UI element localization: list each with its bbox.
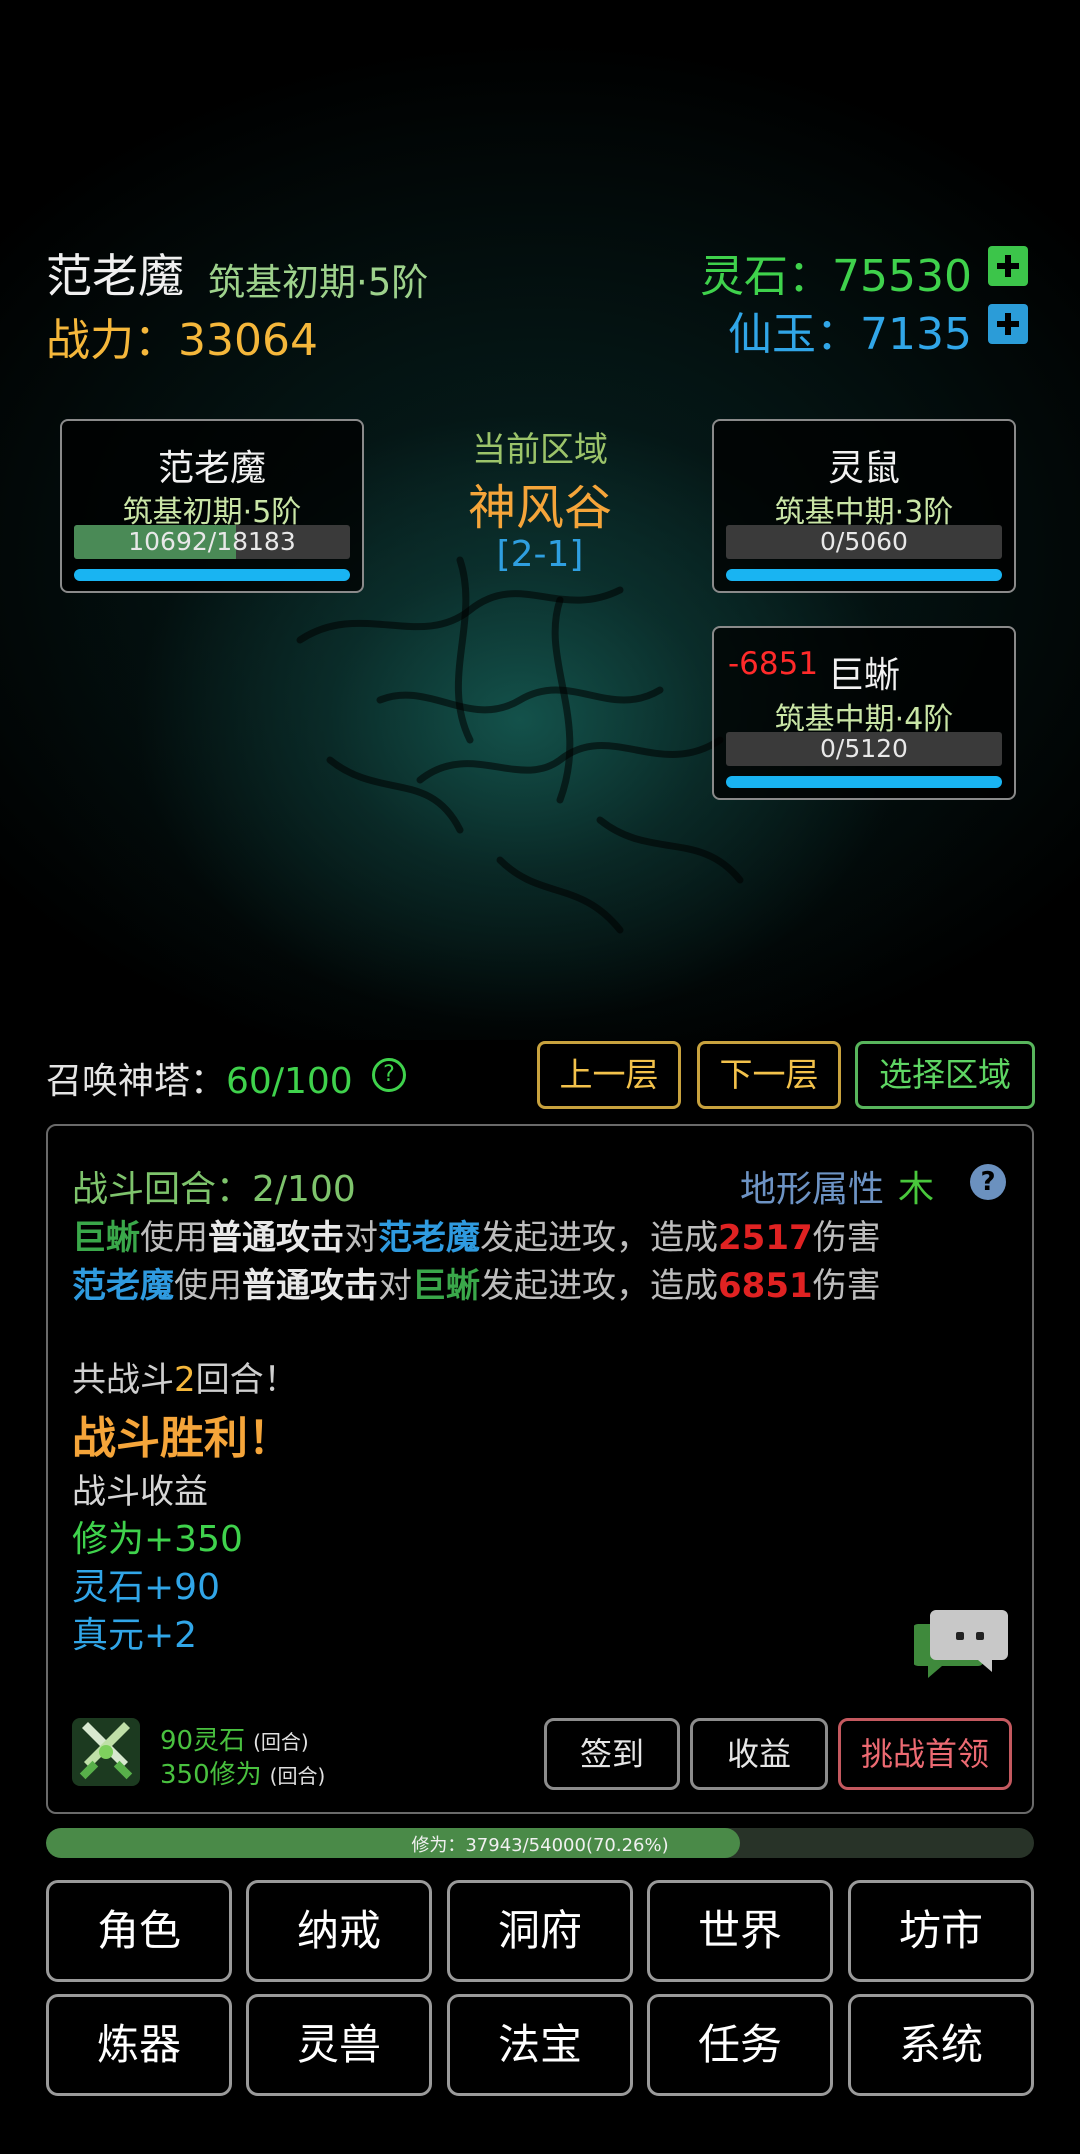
battle-round: 战斗回合：2/100 <box>72 1169 356 1210</box>
log-text: 对 <box>344 1218 378 1258</box>
menu-market-button[interactable]: 坊市 <box>848 1880 1034 1982</box>
rate-unit: (回合) <box>269 1764 326 1788</box>
reward-spirit-stone: 灵石+90 <box>72 1567 220 1608</box>
cultivation-progress-bar: 修为：37943/54000(70.26%) <box>46 1828 1034 1858</box>
menu-storage-ring-button[interactable]: 纳戒 <box>246 1880 432 1982</box>
player-name: 范老魔 <box>46 249 184 303</box>
power-label: 战力： <box>46 315 178 366</box>
rate-unit: (回合) <box>253 1730 309 1754</box>
hp-text: 10692/18183 <box>128 527 296 556</box>
terrain-help-icon[interactable]: ? <box>970 1164 1006 1200</box>
jade-balance: 仙玉：7135 <box>728 298 972 362</box>
reward-cultivation: 修为+350 <box>72 1519 243 1560</box>
hp-text: 0/5060 <box>820 527 908 556</box>
add-spirit-stone-button[interactable] <box>988 246 1028 286</box>
terrain-attribute: 地形属性木 <box>740 1160 934 1212</box>
combat-power: 战力：33064 <box>46 304 318 368</box>
jade-value: 7135 <box>860 309 972 360</box>
chat-icon[interactable] <box>914 1606 1010 1682</box>
summary-rounds: 2 <box>174 1360 196 1400</box>
hp-bar: 10692/18183 <box>74 525 350 559</box>
add-jade-button[interactable] <box>988 304 1028 344</box>
log-text: 使用 <box>140 1218 208 1258</box>
enemy-unit-card[interactable]: -6851 巨蜥 筑基中期·4阶 0/5120 <box>712 626 1016 800</box>
rate-value: 350修为 <box>160 1760 262 1790</box>
log-skill: 普通攻击 <box>208 1218 344 1258</box>
zone-code: [2-1] <box>496 534 584 575</box>
log-skill: 普通攻击 <box>242 1266 378 1306</box>
menu-tasks-button[interactable]: 任务 <box>647 1994 833 2096</box>
menu-refining-button[interactable]: 炼器 <box>46 1994 232 2096</box>
unit-name: 灵鼠 <box>827 448 900 489</box>
menu-world-button[interactable]: 世界 <box>647 1880 833 1982</box>
menu-cave-dwelling-button[interactable]: 洞府 <box>447 1880 633 1982</box>
log-text: 发起进攻，造成 <box>480 1266 718 1306</box>
terrain-label: 地形属性 <box>739 1169 884 1210</box>
zone-name: 神风谷 <box>467 480 612 536</box>
sign-in-button[interactable]: 签到 <box>544 1718 680 1790</box>
tower-help-icon[interactable]: ? <box>372 1058 406 1092</box>
log-text: 使用 <box>174 1266 242 1306</box>
spirit-stone-balance: 灵石：75530 <box>700 240 972 304</box>
battle-log-line: 巨蜥使用普通攻击对范老魔发起进攻，造成2517伤害 <box>72 1210 881 1259</box>
player-realm: 筑基初期·5阶 <box>208 261 429 304</box>
log-text: 发起进攻，造成 <box>480 1218 718 1258</box>
player-unit-card[interactable]: 范老魔 筑基初期·5阶 10692/18183 <box>60 419 364 593</box>
challenge-boss-button[interactable]: 挑战首领 <box>838 1718 1012 1790</box>
log-actor: 巨蜥 <box>72 1218 140 1258</box>
select-zone-button[interactable]: 选择区域 <box>855 1041 1035 1109</box>
summon-tower-progress: 召唤神塔：60/100 <box>46 1052 353 1104</box>
jade-label: 仙玉： <box>728 309 861 360</box>
tower-value: 60/100 <box>226 1061 353 1102</box>
hp-bar: 0/5120 <box>726 732 1002 766</box>
battle-log-line: 范老魔使用普通攻击对巨蜥发起进攻，造成6851伤害 <box>72 1258 881 1307</box>
plus-icon <box>997 255 1019 277</box>
menu-system-button[interactable]: 系统 <box>848 1994 1034 2096</box>
plus-icon <box>997 313 1019 335</box>
reward-true-essence: 真元+2 <box>72 1615 198 1656</box>
cultivation-per-round: 350修为 (回合) <box>160 1754 325 1791</box>
menu-spirit-beast-button[interactable]: 灵兽 <box>246 1994 432 2096</box>
power-value: 33064 <box>178 315 318 366</box>
next-floor-button[interactable]: 下一层 <box>697 1041 841 1109</box>
battle-summary: 共战斗2回合！ <box>72 1352 298 1401</box>
mp-bar <box>726 776 1002 788</box>
log-text: 对 <box>378 1266 412 1306</box>
log-text: 伤害 <box>812 1218 881 1258</box>
crossed-swords-icon <box>72 1718 140 1786</box>
previous-floor-button[interactable]: 上一层 <box>537 1041 681 1109</box>
terrain-value: 木 <box>897 1169 934 1210</box>
hp-bar: 0/5060 <box>726 525 1002 559</box>
log-damage: 2517 <box>718 1218 813 1258</box>
zone-label: 当前区域 <box>472 430 608 470</box>
income-button[interactable]: 收益 <box>690 1718 828 1790</box>
mp-bar <box>74 569 350 581</box>
menu-character-button[interactable]: 角色 <box>46 1880 232 1982</box>
stone-per-round: 90灵石 (回合) <box>160 1720 309 1757</box>
summary-text: 共战斗 <box>72 1360 174 1400</box>
victory-text: 战斗胜利！ <box>72 1413 292 1464</box>
log-damage: 6851 <box>718 1266 813 1306</box>
unit-name: 范老魔 <box>157 448 266 489</box>
cultivation-progress-text: 修为：37943/54000(70.26%) <box>411 1835 669 1856</box>
log-target: 巨蜥 <box>412 1266 480 1306</box>
tower-label: 召唤神塔： <box>46 1061 227 1102</box>
hp-text: 0/5120 <box>820 734 908 763</box>
battle-log-panel[interactable]: 战斗回合：2/100 地形属性木 ? 巨蜥使用普通攻击对范老魔发起进攻，造成25… <box>46 1124 1034 1814</box>
log-text: 伤害 <box>812 1266 881 1306</box>
spirit-stone-value: 75530 <box>832 251 972 302</box>
summary-text: 回合！ <box>195 1360 298 1400</box>
spirit-stone-label: 灵石： <box>700 251 833 302</box>
rate-value: 90灵石 <box>160 1726 246 1756</box>
log-actor: 范老魔 <box>72 1266 174 1306</box>
enemy-unit-card[interactable]: 灵鼠 筑基中期·3阶 0/5060 <box>712 419 1016 593</box>
log-target: 范老魔 <box>378 1218 480 1258</box>
menu-magic-treasure-button[interactable]: 法宝 <box>447 1994 633 2096</box>
unit-name: 巨蜥 <box>827 655 900 696</box>
mp-bar <box>726 569 1002 581</box>
rewards-title: 战斗收益 <box>72 1472 208 1512</box>
